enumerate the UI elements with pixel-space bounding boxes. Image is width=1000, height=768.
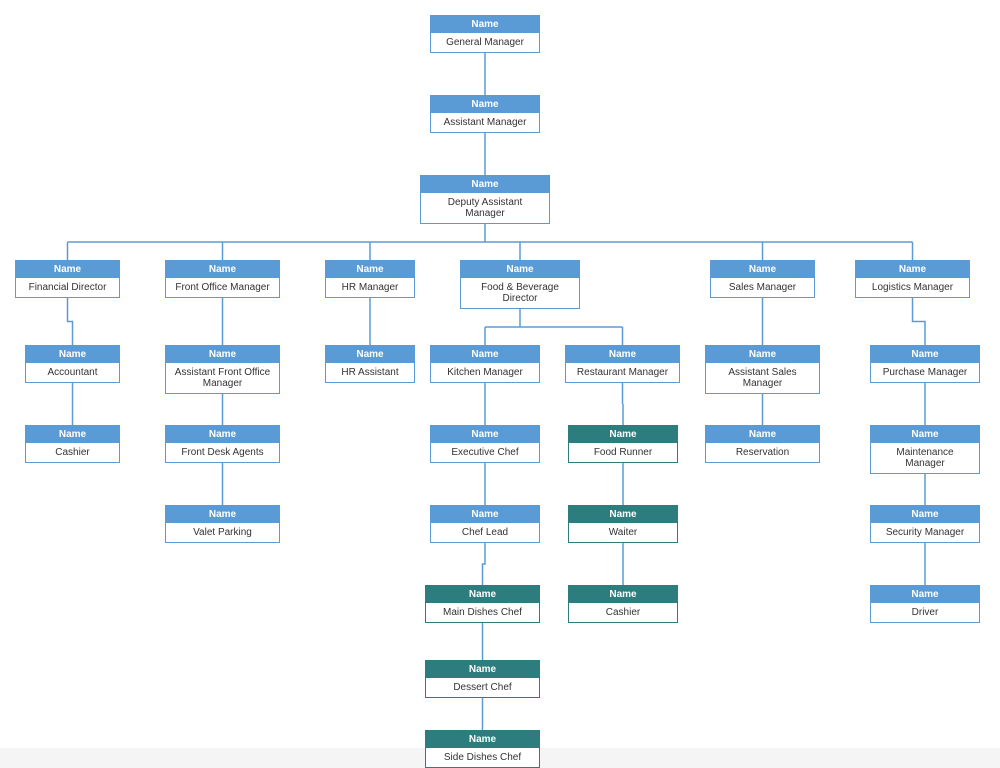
node-waiter[interactable]: Name Waiter	[568, 505, 678, 543]
node-role: Valet Parking	[166, 523, 279, 542]
node-chef-lead[interactable]: Name Chef Lead	[430, 505, 540, 543]
node-financial-director[interactable]: Name Financial Director	[15, 260, 120, 298]
node-deputy-assistant[interactable]: Name Deputy Assistant Manager	[420, 175, 550, 224]
node-header: Name	[431, 16, 539, 33]
node-header: Name	[326, 346, 414, 363]
node-role: Cashier	[26, 443, 119, 462]
node-security-manager[interactable]: Name Security Manager	[870, 505, 980, 543]
node-header: Name	[569, 426, 677, 443]
node-header: Name	[426, 731, 539, 748]
node-header: Name	[426, 586, 539, 603]
node-header: Name	[871, 506, 979, 523]
node-header: Name	[431, 96, 539, 113]
node-front-office-manager[interactable]: Name Front Office Manager	[165, 260, 280, 298]
node-role: Chef Lead	[431, 523, 539, 542]
node-role: Kitchen Manager	[431, 363, 539, 382]
node-role: Executive Chef	[431, 443, 539, 462]
node-role: Restaurant Manager	[566, 363, 679, 382]
node-role: HR Assistant	[326, 363, 414, 382]
node-header: Name	[426, 661, 539, 678]
node-header: Name	[461, 261, 579, 278]
node-driver[interactable]: Name Driver	[870, 585, 980, 623]
node-kitchen-manager[interactable]: Name Kitchen Manager	[430, 345, 540, 383]
node-header: Name	[421, 176, 549, 193]
node-role: Food Runner	[569, 443, 677, 462]
node-hr-manager[interactable]: Name HR Manager	[325, 260, 415, 298]
node-header: Name	[431, 346, 539, 363]
node-role: Main Dishes Chef	[426, 603, 539, 622]
node-header: Name	[26, 426, 119, 443]
node-hr-assistant[interactable]: Name HR Assistant	[325, 345, 415, 383]
node-dessert-chef[interactable]: Name Dessert Chef	[425, 660, 540, 698]
node-role: Assistant Sales Manager	[706, 363, 819, 393]
node-header: Name	[431, 426, 539, 443]
node-cashier-restaurant[interactable]: Name Cashier	[568, 585, 678, 623]
node-role: Cashier	[569, 603, 677, 622]
node-reservation[interactable]: Name Reservation	[705, 425, 820, 463]
node-assistant-manager[interactable]: Name Assistant Manager	[430, 95, 540, 133]
node-role: Assistant Manager	[431, 113, 539, 132]
node-front-desk-agents[interactable]: Name Front Desk Agents	[165, 425, 280, 463]
node-role: Maintenance Manager	[871, 443, 979, 473]
node-accountant[interactable]: Name Accountant	[25, 345, 120, 383]
node-main-dishes-chef[interactable]: Name Main Dishes Chef	[425, 585, 540, 623]
node-role: Dessert Chef	[426, 678, 539, 697]
node-header: Name	[711, 261, 814, 278]
node-header: Name	[431, 506, 539, 523]
node-header: Name	[706, 426, 819, 443]
node-header: Name	[166, 261, 279, 278]
node-header: Name	[326, 261, 414, 278]
node-header: Name	[856, 261, 969, 278]
node-header: Name	[26, 346, 119, 363]
node-role: Reservation	[706, 443, 819, 462]
node-role: Deputy Assistant Manager	[421, 193, 549, 223]
node-side-dishes-chef[interactable]: Name Side Dishes Chef	[425, 730, 540, 768]
chart-container: Name General Manager Name Assistant Mana…	[0, 0, 1000, 748]
node-purchase-manager[interactable]: Name Purchase Manager	[870, 345, 980, 383]
node-header: Name	[166, 506, 279, 523]
node-role: Purchase Manager	[871, 363, 979, 382]
node-header: Name	[569, 586, 677, 603]
node-header: Name	[871, 426, 979, 443]
node-assistant-sales[interactable]: Name Assistant Sales Manager	[705, 345, 820, 394]
node-maintenance-manager[interactable]: Name Maintenance Manager	[870, 425, 980, 474]
node-role: Waiter	[569, 523, 677, 542]
node-header: Name	[166, 346, 279, 363]
node-header: Name	[16, 261, 119, 278]
node-header: Name	[166, 426, 279, 443]
node-role: HR Manager	[326, 278, 414, 297]
node-general-manager[interactable]: Name General Manager	[430, 15, 540, 53]
node-header: Name	[871, 346, 979, 363]
node-restaurant-manager[interactable]: Name Restaurant Manager	[565, 345, 680, 383]
node-food-beverage-director[interactable]: Name Food & Beverage Director	[460, 260, 580, 309]
node-role: Driver	[871, 603, 979, 622]
node-header: Name	[706, 346, 819, 363]
node-role: Front Office Manager	[166, 278, 279, 297]
node-cashier-financial[interactable]: Name Cashier	[25, 425, 120, 463]
node-role: Financial Director	[16, 278, 119, 297]
node-header: Name	[566, 346, 679, 363]
node-food-runner[interactable]: Name Food Runner	[568, 425, 678, 463]
node-sales-manager[interactable]: Name Sales Manager	[710, 260, 815, 298]
node-role: General Manager	[431, 33, 539, 52]
node-role: Accountant	[26, 363, 119, 382]
node-role: Security Manager	[871, 523, 979, 542]
node-role: Side Dishes Chef	[426, 748, 539, 767]
node-header: Name	[569, 506, 677, 523]
node-role: Front Desk Agents	[166, 443, 279, 462]
node-assistant-front-office[interactable]: Name Assistant Front Office Manager	[165, 345, 280, 394]
node-valet-parking[interactable]: Name Valet Parking	[165, 505, 280, 543]
node-role: Sales Manager	[711, 278, 814, 297]
node-logistics-manager[interactable]: Name Logistics Manager	[855, 260, 970, 298]
node-role: Logistics Manager	[856, 278, 969, 297]
node-role: Food & Beverage Director	[461, 278, 579, 308]
node-role: Assistant Front Office Manager	[166, 363, 279, 393]
node-executive-chef[interactable]: Name Executive Chef	[430, 425, 540, 463]
node-header: Name	[871, 586, 979, 603]
